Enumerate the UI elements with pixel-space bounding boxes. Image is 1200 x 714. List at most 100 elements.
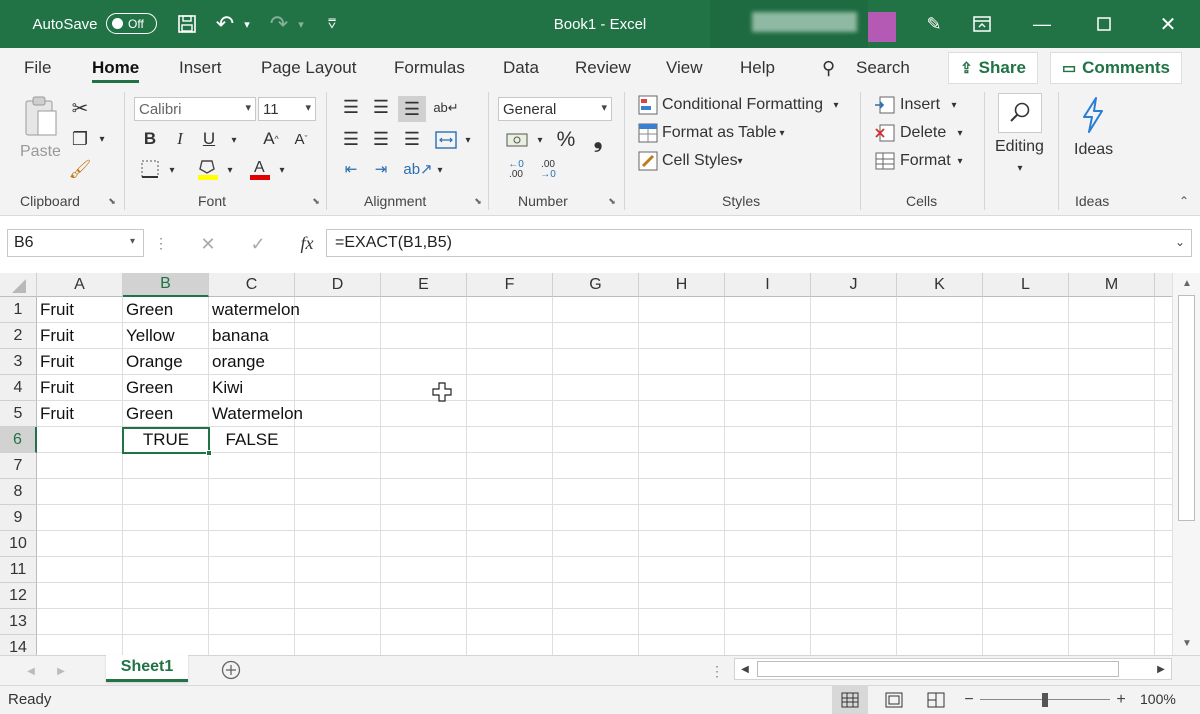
column-header-h[interactable]: H: [639, 273, 725, 297]
column-header-e[interactable]: E: [381, 273, 467, 297]
column-header-i[interactable]: I: [725, 273, 811, 297]
row-header-14[interactable]: 14: [0, 635, 37, 655]
coauthor-icon[interactable]: ✎: [920, 0, 948, 48]
row-header-7[interactable]: 7: [0, 453, 37, 479]
format-button[interactable]: Format: [900, 152, 951, 170]
tab-data[interactable]: Data: [503, 48, 539, 88]
format-as-table-button[interactable]: Format as Table: [662, 124, 776, 142]
row-header-3[interactable]: 3: [0, 349, 37, 375]
cell-a2[interactable]: Fruit: [37, 323, 123, 349]
paste-label[interactable]: Paste: [20, 143, 61, 161]
enter-icon[interactable]: ✓: [246, 233, 270, 255]
cell-a4[interactable]: Fruit: [37, 375, 123, 401]
chevron-down-icon[interactable]: ▾: [776, 125, 788, 141]
decrease-indent-icon[interactable]: ⇤: [340, 158, 362, 180]
accounting-format-icon[interactable]: [504, 128, 530, 152]
editing-search-icon[interactable]: [998, 93, 1042, 133]
accounting-dropdown-icon[interactable]: ▾: [534, 132, 546, 148]
decrease-decimal-icon[interactable]: .00 →0: [534, 158, 562, 182]
cell-styles-button[interactable]: Cell Styles: [662, 152, 738, 170]
cell-styles-icon[interactable]: [638, 151, 658, 171]
row-header-8[interactable]: 8: [0, 479, 37, 505]
merge-dropdown-icon[interactable]: ▾: [462, 132, 474, 148]
format-as-table-icon[interactable]: [638, 123, 658, 143]
row-header-1[interactable]: 1: [0, 297, 37, 323]
paste-icon[interactable]: [22, 95, 60, 139]
collapse-ribbon-icon[interactable]: ⌃: [1176, 194, 1192, 208]
format-painter-icon[interactable]: 🖌: [68, 157, 92, 181]
format-cells-icon[interactable]: [874, 151, 896, 171]
column-header-f[interactable]: F: [467, 273, 553, 297]
orientation-dropdown-icon[interactable]: ▾: [434, 162, 446, 178]
clipboard-launcher-icon[interactable]: ⬊: [106, 195, 118, 207]
undo-dropdown-icon[interactable]: ▾: [240, 0, 254, 48]
cut-icon[interactable]: ✂: [68, 96, 92, 120]
save-icon[interactable]: [174, 0, 200, 48]
increase-indent-icon[interactable]: ⇥: [370, 158, 392, 180]
column-header-partial[interactable]: [1155, 273, 1172, 297]
tab-split-handle-icon[interactable]: ⋮: [710, 663, 724, 679]
horizontal-scroll-thumb[interactable]: [757, 661, 1119, 677]
minimize-icon[interactable]: —: [1028, 0, 1056, 48]
conditional-formatting-icon[interactable]: [638, 95, 658, 115]
cell-c6[interactable]: FALSE: [209, 427, 295, 453]
percent-icon[interactable]: %: [554, 127, 578, 153]
chevron-down-icon[interactable]: ▾: [734, 153, 746, 169]
page-break-view-icon[interactable]: [920, 686, 952, 714]
zoom-slider-thumb[interactable]: [1042, 693, 1048, 707]
cell-a1[interactable]: Fruit: [37, 297, 123, 323]
column-header-a[interactable]: A: [37, 273, 123, 297]
formula-input[interactable]: =EXACT(B1,B5) ⌄: [326, 229, 1192, 257]
column-header-b[interactable]: B: [123, 273, 209, 297]
column-header-k[interactable]: K: [897, 273, 983, 297]
column-header-d[interactable]: D: [295, 273, 381, 297]
search-icon[interactable]: ⚲: [822, 48, 835, 88]
fill-color-icon[interactable]: [196, 156, 220, 182]
editing-button[interactable]: Editing: [995, 138, 1044, 156]
tab-home[interactable]: Home: [92, 48, 140, 88]
align-left-icon[interactable]: ☰: [340, 128, 362, 150]
insert-function-icon[interactable]: fx: [294, 232, 320, 254]
worksheet-grid[interactable]: A B C D E F G H I J K L M 1 2 3 4 5 6 7 …: [0, 273, 1172, 655]
increase-font-icon[interactable]: A ^: [260, 128, 282, 150]
add-sheet-icon[interactable]: [220, 659, 242, 681]
row-header-2[interactable]: 2: [0, 323, 37, 349]
comments-button[interactable]: ▭ Comments: [1050, 52, 1182, 84]
increase-decimal-icon[interactable]: ←0.00: [502, 158, 530, 182]
bold-button[interactable]: B: [140, 128, 160, 150]
middle-align-icon[interactable]: ☰: [370, 96, 392, 118]
redo-dropdown-icon[interactable]: ▾: [294, 0, 308, 48]
align-center-icon[interactable]: ☰: [370, 128, 392, 150]
cell-c1[interactable]: watermelon: [209, 297, 329, 323]
font-color-icon[interactable]: A: [248, 156, 272, 182]
undo-icon[interactable]: ↶: [212, 0, 238, 48]
tab-help[interactable]: Help: [740, 48, 775, 88]
tab-file[interactable]: File: [24, 48, 51, 88]
scroll-right-icon[interactable]: ▶: [1153, 661, 1169, 677]
font-color-dropdown-icon[interactable]: ▾: [276, 162, 288, 178]
scroll-down-icon[interactable]: ▼: [1179, 635, 1195, 651]
top-align-icon[interactable]: ☰: [340, 96, 362, 118]
number-launcher-icon[interactable]: ⬊: [606, 195, 618, 207]
row-header-6[interactable]: 6: [0, 427, 37, 453]
customize-toolbar-icon[interactable]: ⩢: [322, 0, 342, 48]
close-icon[interactable]: ✕: [1154, 0, 1182, 48]
column-header-j[interactable]: J: [811, 273, 897, 297]
autosave-toggle[interactable]: Off: [106, 13, 157, 34]
cell-c4[interactable]: Kiwi: [209, 375, 295, 401]
insert-cells-icon[interactable]: [874, 95, 896, 115]
underline-button[interactable]: U: [199, 128, 219, 150]
search-label[interactable]: Search: [856, 48, 910, 88]
comma-style-icon[interactable]: ❟: [588, 127, 608, 153]
cell-a3[interactable]: Fruit: [37, 349, 123, 375]
cell-b1[interactable]: Green: [123, 297, 209, 323]
tab-insert[interactable]: Insert: [179, 48, 222, 88]
column-header-c[interactable]: C: [209, 273, 295, 297]
fill-handle[interactable]: [206, 450, 212, 456]
chevron-down-icon[interactable]: ▾: [948, 97, 960, 113]
chevron-down-icon[interactable]: ▾: [954, 153, 966, 169]
copy-icon[interactable]: ❐: [68, 127, 92, 151]
alignment-launcher-icon[interactable]: ⬊: [472, 195, 484, 207]
row-header-4[interactable]: 4: [0, 375, 37, 401]
normal-view-icon[interactable]: [832, 686, 868, 714]
